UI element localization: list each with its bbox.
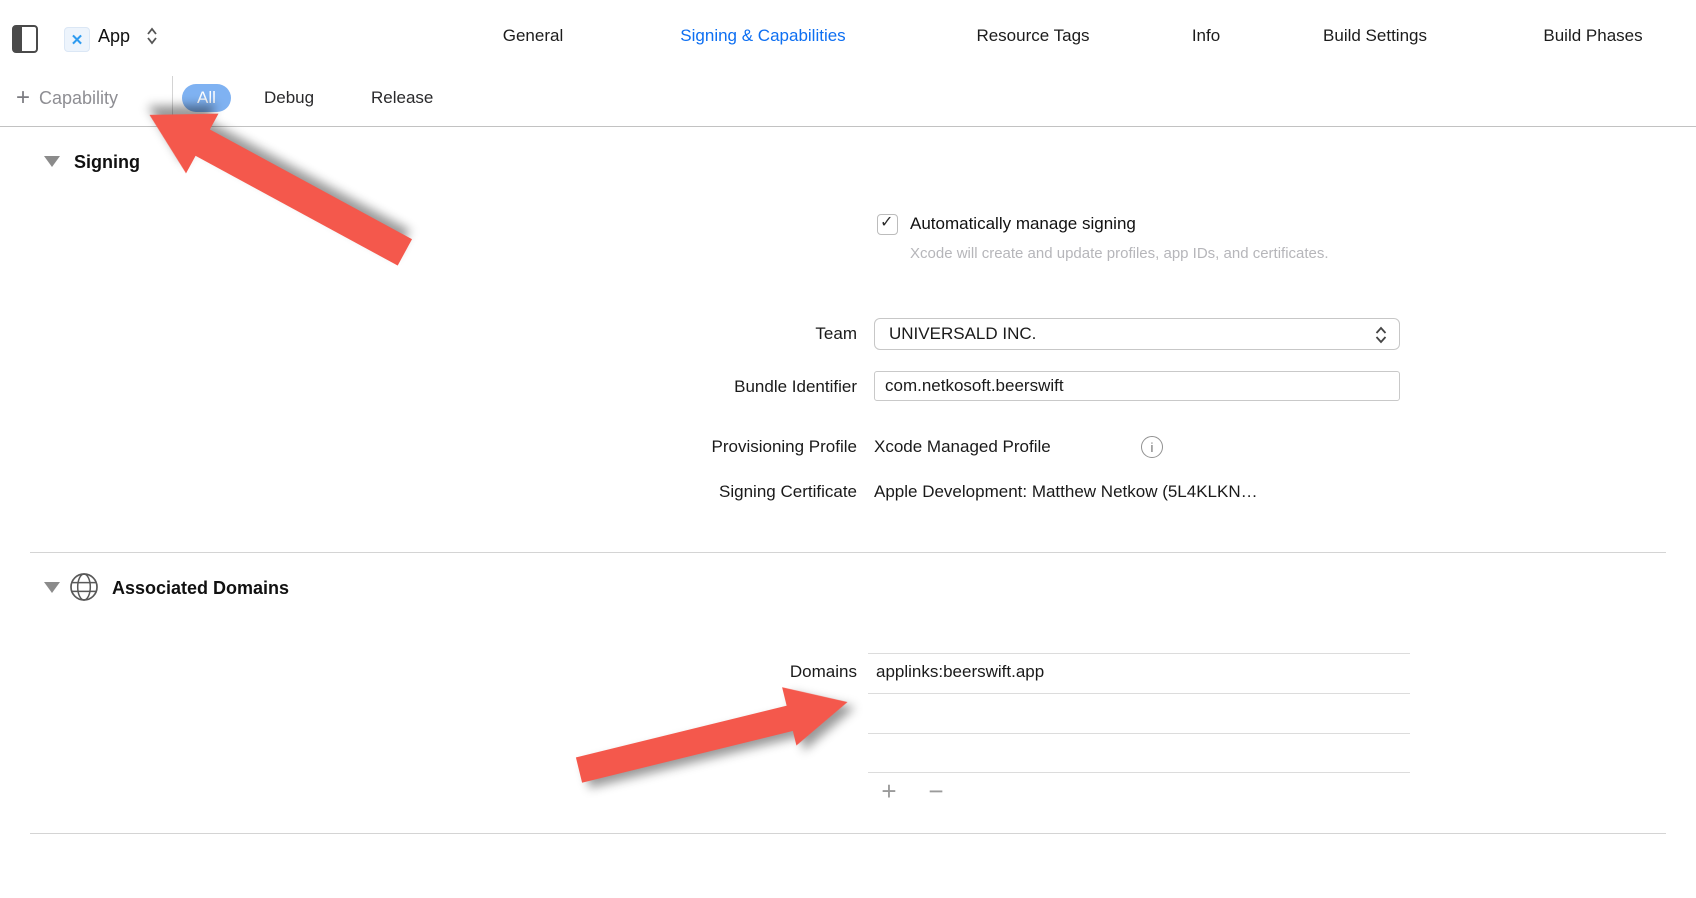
info-icon[interactable]: i: [1141, 436, 1163, 458]
team-label: Team: [815, 323, 857, 345]
globe-icon: [69, 572, 99, 602]
signing-section-title: Signing: [74, 151, 140, 173]
arrow-shaft: [576, 705, 795, 782]
filter-release[interactable]: Release: [371, 87, 433, 109]
navigator-toggle-fill: [14, 27, 22, 51]
add-capability-button[interactable]: + Capability: [16, 84, 118, 112]
section-divider: [30, 552, 1666, 553]
team-popup[interactable]: UNIVERSALD INC.: [874, 318, 1400, 350]
tab-build-phases[interactable]: Build Phases: [1543, 25, 1642, 47]
capability-bar-divider: [0, 126, 1696, 127]
bundle-identifier-value: com.netkosoft.beerswift: [885, 375, 1064, 397]
bundle-identifier-label: Bundle Identifier: [734, 376, 857, 398]
chevron-up-down-icon[interactable]: [146, 26, 158, 46]
auto-manage-signing-label[interactable]: Automatically manage signing: [910, 213, 1136, 235]
provisioning-profile-value: Xcode Managed Profile: [874, 436, 1051, 458]
checkmark-icon: ✓: [880, 212, 893, 232]
tab-signing-capabilities[interactable]: Signing & Capabilities: [680, 25, 845, 47]
info-icon-glyph: i: [1151, 440, 1154, 455]
bundle-identifier-field[interactable]: com.netkosoft.beerswift: [874, 371, 1400, 401]
domains-table-line: [868, 772, 1410, 773]
auto-manage-signing-description: Xcode will create and update profiles, a…: [910, 241, 1380, 267]
project-jump-bar[interactable]: App: [98, 25, 130, 47]
annotation-arrow-domains: [571, 673, 855, 801]
domains-table-line: [868, 693, 1410, 694]
xcode-signing-capabilities-pane: ✕ App General Signing & Capabilities Res…: [0, 0, 1696, 898]
tab-resource-tags[interactable]: Resource Tags: [976, 25, 1089, 47]
add-domain-button[interactable]: +: [876, 778, 902, 804]
domains-table-line: [868, 733, 1410, 734]
tab-build-settings[interactable]: Build Settings: [1323, 25, 1427, 47]
plus-icon: +: [16, 86, 30, 110]
project-icon: ✕: [64, 27, 90, 52]
tab-general[interactable]: General: [503, 25, 563, 47]
project-icon-glyph: ✕: [71, 31, 84, 49]
bottom-divider: [30, 833, 1666, 834]
provisioning-profile-label: Provisioning Profile: [711, 436, 857, 458]
auto-manage-signing-checkbox[interactable]: ✓: [877, 214, 898, 235]
domains-row-1[interactable]: applinks:beerswift.app: [876, 661, 1044, 683]
popup-stepper-icon: [1374, 325, 1388, 345]
tab-info[interactable]: Info: [1192, 25, 1220, 47]
associated-domains-section-title: Associated Domains: [112, 577, 289, 599]
signing-disclosure-triangle-icon[interactable]: [44, 156, 60, 167]
domains-table-line: [868, 653, 1410, 654]
signing-certificate-value: Apple Development: Matthew Netkow (5L4KL…: [874, 481, 1258, 503]
filter-debug[interactable]: Debug: [264, 87, 314, 109]
arrow-head: [782, 673, 855, 746]
signing-certificate-label: Signing Certificate: [719, 481, 857, 503]
remove-domain-button[interactable]: −: [923, 778, 949, 804]
navigator-toggle-icon[interactable]: [12, 25, 38, 53]
capability-filter-bar: + Capability All Debug Release: [0, 70, 1696, 126]
associated-domains-disclosure-triangle-icon[interactable]: [44, 582, 60, 593]
team-value: UNIVERSALD INC.: [889, 323, 1036, 345]
arrow-shaft: [194, 128, 412, 265]
add-capability-label: Capability: [39, 88, 118, 109]
editor-toolbar: ✕ App General Signing & Capabilities Res…: [0, 0, 1696, 70]
